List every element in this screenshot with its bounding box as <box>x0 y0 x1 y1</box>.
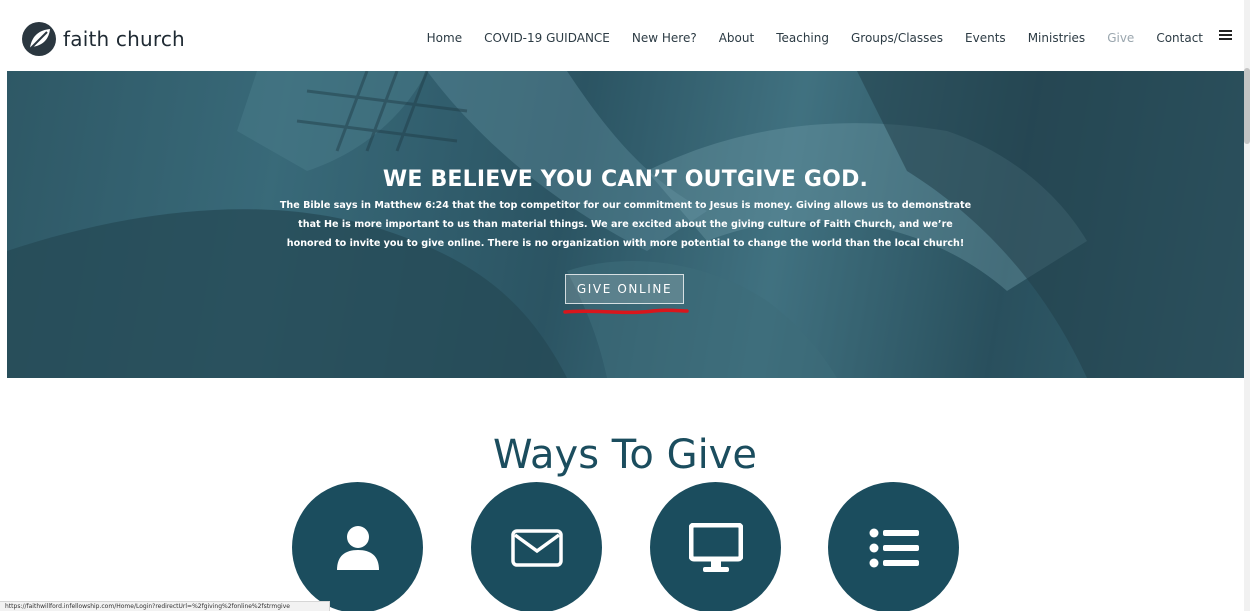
nav-item-covid-guidance[interactable]: COVID-19 GUIDANCE <box>484 31 610 45</box>
leaf-logo-icon <box>22 22 56 56</box>
nav-item-new-here[interactable]: New Here? <box>632 31 697 45</box>
hero-description: The Bible says in Matthew 6:24 that the … <box>279 200 972 249</box>
monitor-icon <box>688 522 743 572</box>
site-logo[interactable]: faith church <box>21 21 185 57</box>
site-header: faith church Home COVID-19 GUIDANCE New … <box>0 0 1250 72</box>
nav-item-home[interactable]: Home <box>427 31 462 45</box>
hero-banner: WE BELIEVE YOU CAN’T OUTGIVE GOD. The Bi… <box>7 71 1244 378</box>
give-in-person-option[interactable] <box>292 482 423 611</box>
red-underline-annotation <box>563 308 689 315</box>
scrollbar-thumb[interactable] <box>1244 68 1250 144</box>
nav-item-contact[interactable]: Contact <box>1156 31 1203 45</box>
nav-item-teaching[interactable]: Teaching <box>776 31 829 45</box>
user-icon <box>336 525 379 570</box>
hero-heading: WE BELIEVE YOU CAN’T OUTGIVE GOD. <box>382 167 869 192</box>
nav-item-events[interactable]: Events <box>965 31 1006 45</box>
give-other-options[interactable] <box>828 482 959 611</box>
nav-item-about[interactable]: About <box>719 31 754 45</box>
envelope-icon <box>510 528 563 567</box>
nav-item-give[interactable]: Give <box>1107 31 1134 45</box>
nav-item-groups-classes[interactable]: Groups/Classes <box>851 31 943 45</box>
nav-item-ministries[interactable]: Ministries <box>1028 31 1086 45</box>
site-name: faith church <box>63 27 185 51</box>
give-online-button[interactable]: GIVE ONLINE <box>565 274 684 304</box>
page-scrollbar[interactable] <box>1244 0 1250 611</box>
ways-to-give-heading: Ways To Give <box>493 432 757 478</box>
link-status-url: https://faithwillford.infellowship.com/H… <box>0 601 330 611</box>
give-online-option[interactable] <box>650 482 781 611</box>
list-icon <box>869 528 919 567</box>
main-nav: Home COVID-19 GUIDANCE New Here? About T… <box>405 31 1203 45</box>
give-by-mail-option[interactable] <box>471 482 602 611</box>
hamburger-menu-icon[interactable] <box>1219 30 1232 41</box>
